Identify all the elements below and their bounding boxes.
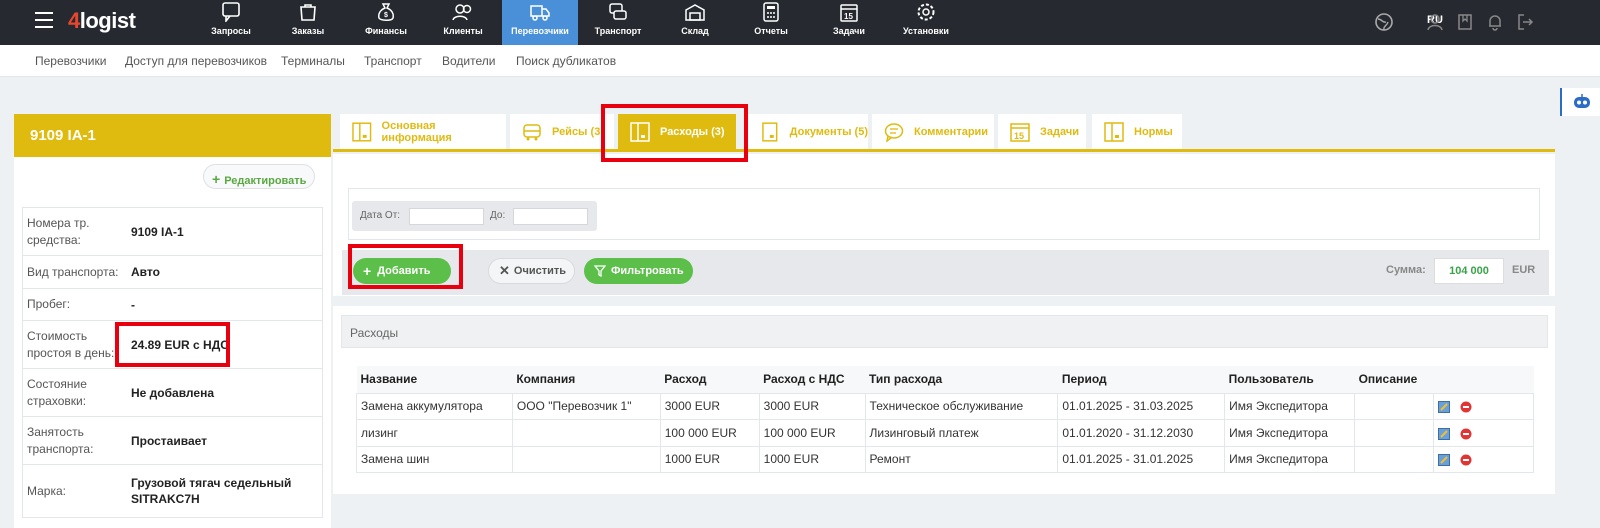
module-clients[interactable]: Клиенты [437,0,489,45]
tab-trips[interactable]: Рейсы (3 [510,114,614,150]
module-requests[interactable]: Запросы [206,0,256,45]
vehicles-icon [609,3,627,20]
property-row: Занятость транспорта: Простаивает [23,417,322,465]
property-row: Вид транспорта: Авто [23,256,322,289]
module-finance[interactable]: $ Финансы [360,0,412,45]
document-icon [762,122,778,142]
svg-text:15: 15 [1014,131,1024,141]
carriers-sub-navigation: Перевозчики Доступ для перевозчиков Терм… [0,45,1600,77]
tab-norms[interactable]: Нормы [1092,114,1182,150]
module-carriers[interactable]: Перевозчики [502,0,578,45]
subnav-duplicate-search[interactable]: Поиск дубликатов [516,54,616,68]
close-icon: ✕ [499,263,510,278]
highlight-expenses-tab [601,104,748,162]
users-icon [452,4,472,21]
delete-icon[interactable] [1460,401,1472,413]
globe-icon[interactable] [1374,12,1394,32]
vehicle-card: 9109 IA-1 + Редактировать Номера тр. сред… [14,114,331,528]
table-row: Замена шин 1000 EUR 1000 EUR Ремонт 01.0… [356,445,1534,473]
subnav-terminals[interactable]: Терминалы [281,54,345,68]
edit-icon[interactable] [1438,427,1451,440]
panel-icon [352,122,372,142]
edit-icon[interactable] [1438,401,1451,414]
delete-icon[interactable] [1460,454,1472,466]
expenses-panel-title: Расходы [341,315,1548,348]
bookmark-icon[interactable] [1455,12,1475,32]
module-settings[interactable]: Установки [900,0,952,45]
delete-icon[interactable] [1460,428,1472,440]
truck-icon [530,5,550,21]
table-header-row: Название Компания Расход Расход с НДС Ти… [356,366,1534,393]
table-row: Замена аккумулятора ООО "Перевозчик 1" 3… [356,392,1534,420]
calendar-icon: 15 [1010,123,1030,142]
gear-icon [917,3,935,21]
logout-icon[interactable] [1515,12,1535,32]
edit-button[interactable]: + Редактировать [203,164,315,189]
property-row: Пробег: - [23,289,322,321]
top-navigation-bar: 4logist Запросы Заказы $ Финансы Клиенты… [0,0,1600,45]
svg-text:15: 15 [844,12,853,21]
filter-button[interactable]: Фильтровать [584,258,693,284]
module-transport[interactable]: Транспорт [590,0,646,45]
subnav-transport[interactable]: Транспорт [364,54,422,68]
panel-icon [1104,122,1124,142]
tab-main-info[interactable]: Основная информация [340,114,506,150]
module-warehouse[interactable]: Склад [672,0,718,45]
property-row: Состояние страховки: Не добавлена [23,369,322,417]
table-row: лизинг 100 000 EUR 100 000 EUR Лизинговы… [356,419,1534,447]
module-tasks[interactable]: 15 Задачи [826,0,872,45]
bell-icon[interactable] [1485,12,1505,32]
clear-button[interactable]: ✕ Очистить [488,258,575,284]
tab-tasks[interactable]: 15 Задачи [998,114,1086,150]
date-to-input[interactable] [513,208,588,225]
filter-icon [594,265,606,277]
highlight-add-button [348,244,463,289]
money-bag-icon: $ [378,3,394,21]
warehouse-icon [685,4,705,21]
actions-bar: + Добавить ✕ Очистить Фильтровать Сумма: 1… [342,250,1549,295]
tab-documents[interactable]: Документы (5) [748,114,868,150]
module-reports[interactable]: Отчеты [748,0,794,45]
highlight-idle-cost [115,322,230,367]
tabs-underline [333,149,1555,152]
edit-icon[interactable] [1438,454,1451,467]
orders-icon [300,4,316,21]
robot-icon [1574,94,1590,108]
bus-icon [523,124,541,141]
sum-currency: EUR [1512,264,1536,276]
subnav-carriers[interactable]: Перевозчики [35,54,106,68]
chatbot-button[interactable] [1560,88,1600,116]
comment-icon [884,123,904,142]
plus-icon: + [212,171,221,187]
svg-text:$: $ [384,12,388,19]
expenses-table: Название Компания Расход Расход с НДС Ти… [356,366,1534,473]
calendar-icon: 15 [840,4,858,22]
calculator-icon [763,2,779,22]
brand-logo[interactable]: 4logist [68,8,136,34]
sum-label: Сумма: [1386,264,1426,276]
user-icon[interactable] [1425,12,1445,32]
requests-icon [222,2,240,22]
date-range-filter: Дата От: До: [352,201,597,231]
date-from-input[interactable] [409,208,484,225]
property-row: Номера тр. средства: 9109 IA-1 [23,208,322,256]
subnav-carrier-access[interactable]: Доступ для перевозчиков [125,54,267,68]
subnav-drivers[interactable]: Водители [442,54,495,68]
property-row: Марка: Грузовой тягач седельный SITRAKC7H [27,476,292,506]
module-orders[interactable]: Заказы [282,0,334,45]
vehicle-title: 9109 IA-1 [14,114,331,157]
sum-value: 104 000 [1434,258,1504,284]
tab-comments[interactable]: Комментарии [872,114,994,150]
hamburger-menu-icon[interactable] [35,12,53,28]
